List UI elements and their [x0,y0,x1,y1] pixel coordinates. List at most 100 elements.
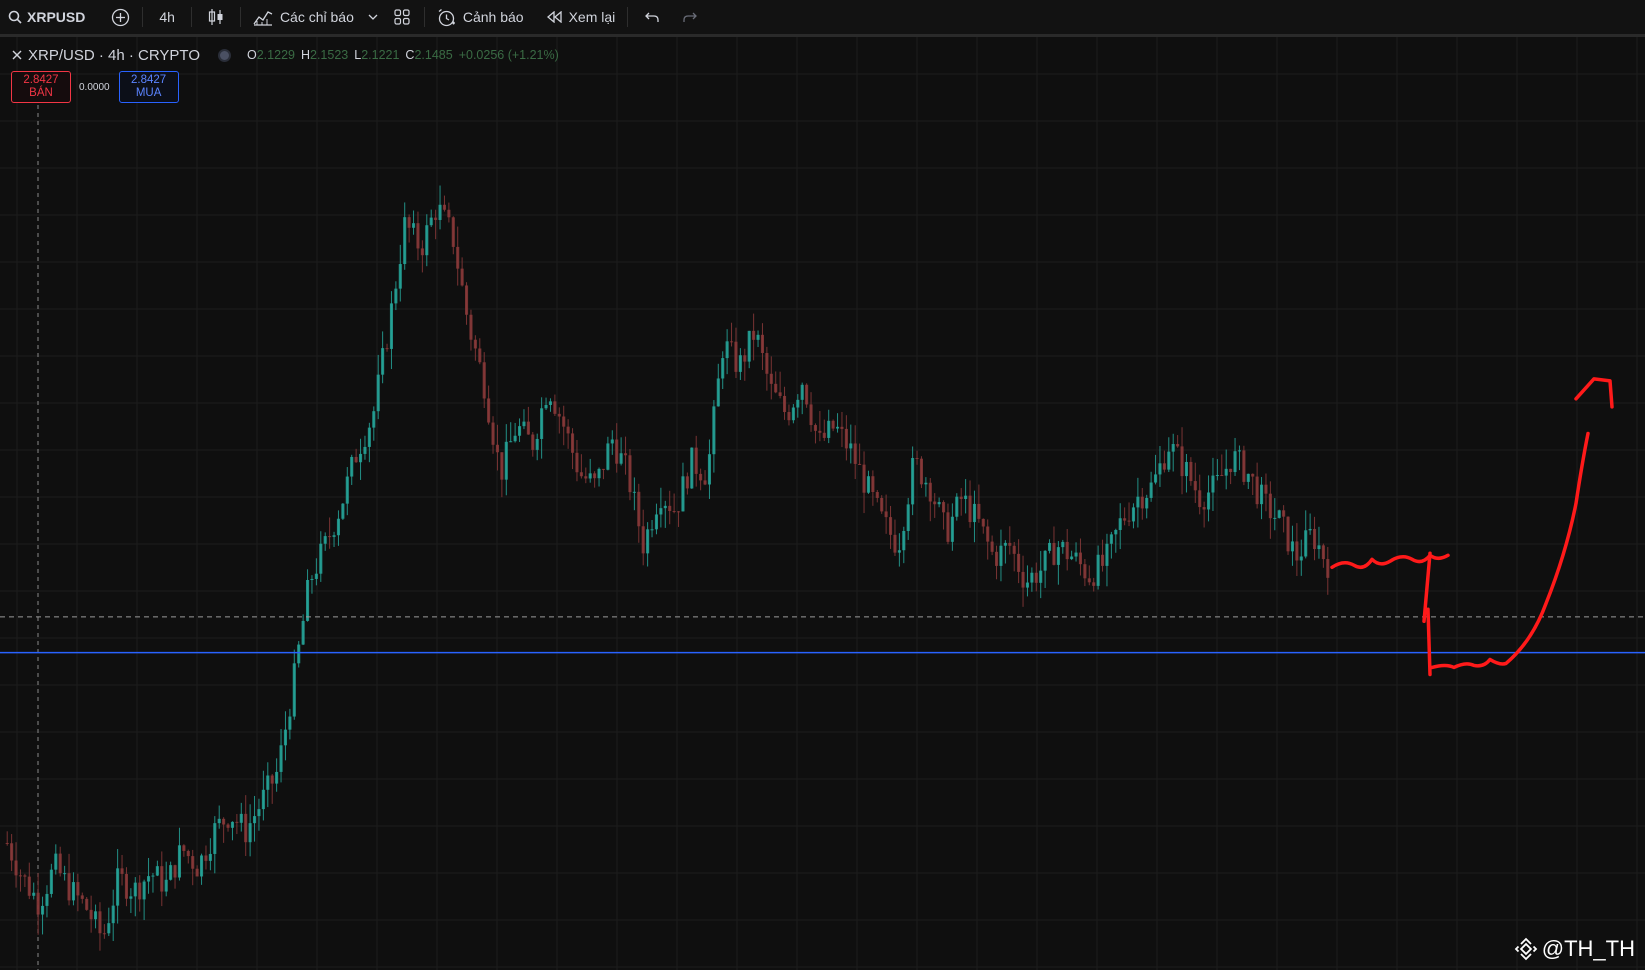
candle-body [447,209,451,218]
indicators-button[interactable]: Các chỉ báo [245,0,362,34]
candle-body [1198,490,1202,508]
candle-body [1290,541,1295,552]
candle-body [646,529,650,554]
candle-body [464,285,469,315]
candle-body [588,473,592,479]
sell-button[interactable]: 2.8427 BÁN [11,71,71,103]
candle-body [169,865,173,880]
candle-body [389,303,394,349]
candle-body [1202,507,1206,510]
candle-body [1017,553,1021,572]
alerts-button[interactable]: Cảnh báo [429,0,532,34]
candle-body [977,503,981,519]
candle-body [959,496,963,499]
candle-body [1061,541,1065,548]
candle-body [1215,475,1219,477]
candle-body [1255,476,1259,505]
toolbar-divider [142,7,144,27]
candle-body [827,420,831,438]
candle-body [328,536,332,538]
candle-body [994,551,999,566]
candle-body [707,454,712,485]
buy-button[interactable]: 2.8427 MUA [118,71,179,103]
candle-body [420,248,424,256]
indicators-dropdown[interactable] [362,0,384,34]
candle-body [151,875,155,877]
candle-body [319,543,323,574]
candle-body [288,716,292,730]
candle-body [36,892,40,915]
ohlc-high-key: H [300,48,310,62]
candle-body [301,620,305,645]
chevron-down-icon [368,14,378,20]
candle-body [350,456,354,477]
redo-button[interactable] [672,0,708,34]
replay-button[interactable]: Xem lại [538,0,624,34]
candle-body [1158,463,1162,475]
search-icon [8,10,22,24]
candle-body [1326,559,1330,578]
candle-body [314,573,318,579]
candle-body [107,923,111,934]
candle-body [858,463,862,465]
binance-logo-icon [1514,937,1538,961]
close-icon[interactable] [12,50,22,60]
ohlc-high-value: 2.1523 [310,48,349,62]
market-status-icon[interactable] [218,48,231,62]
candle-body [893,534,897,553]
candle-body [186,850,190,857]
price-chart[interactable] [0,37,1645,970]
candle-body [853,443,857,464]
symbol-search[interactable]: XRPUSD [0,0,93,34]
candle-body [1021,571,1025,588]
candle-body [557,413,561,417]
candle-body [1193,481,1197,491]
candle-body [1264,484,1268,494]
candle-body [880,497,884,512]
candle-body [1229,468,1233,473]
redo-icon [683,12,698,22]
candle-body [385,348,389,350]
plus-circle-icon [112,8,130,26]
candle-body [791,407,795,421]
interval-button[interactable]: 4h [147,0,187,34]
candle-body [738,355,742,372]
candle-body [875,492,879,498]
candle-body [849,443,853,449]
candle-body [535,438,539,450]
candle-body [177,845,182,878]
candle-body [111,905,115,924]
trade-panel: 2.8427 BÁN 0.0000 2.8427 MUA [11,71,179,103]
candle-body [89,909,93,920]
candle-body [986,526,990,542]
candle-body [138,882,142,900]
candle-body [787,412,791,421]
candle-body [40,905,45,915]
candle-body [809,404,813,426]
candle-body [540,408,544,439]
candle-body [1074,552,1078,557]
candle-body [919,458,924,485]
alerts-label: Cảnh báo [462,9,524,25]
candle-body [950,516,954,542]
chart-type-button[interactable] [196,0,236,34]
candle-body [1189,461,1193,482]
candle-body [1206,492,1211,510]
candle-body [116,868,120,906]
ohlc-close: C2.1485 [405,48,452,62]
toolbar-divider [423,7,425,27]
candle-body [63,873,67,875]
layout-templates-button[interactable] [384,0,420,34]
series-title[interactable]: XRP/USD · 4h · CRYPTO [28,47,200,64]
candle-body [98,911,102,934]
candle-body [1171,444,1175,452]
candle-body [1162,463,1166,470]
candle-body [429,217,433,226]
undo-button[interactable] [632,0,672,34]
candle-body [411,223,416,228]
candle-body [199,855,204,877]
candle-body [1273,517,1277,519]
top-toolbar: XRPUSD 4h Các chỉ báo Cảnh báo Xem lại [0,0,1645,37]
compare-symbol-button[interactable] [103,0,138,34]
candle-body [1065,541,1069,560]
